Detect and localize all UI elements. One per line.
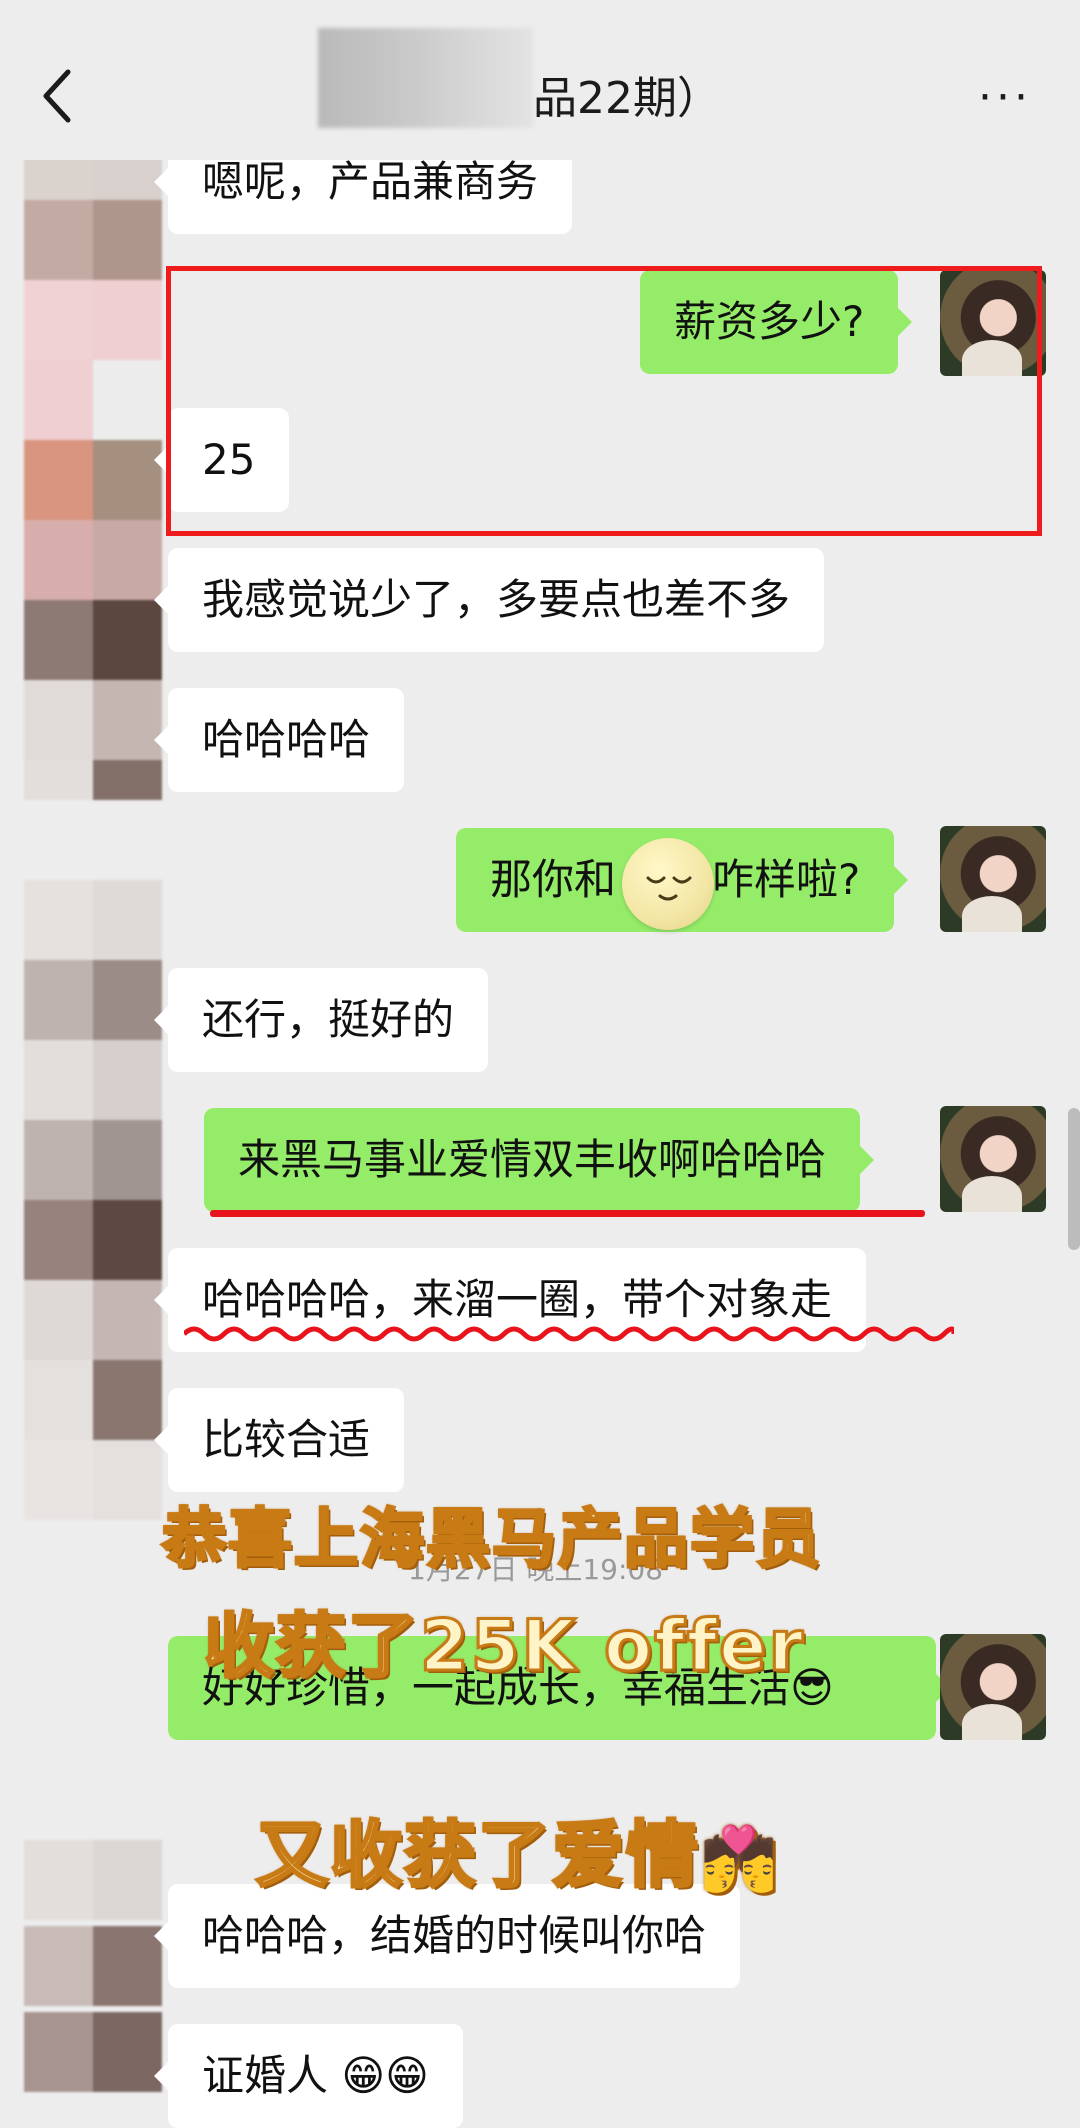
promo-headline: 恭喜上海黑马产品学员 xyxy=(161,1502,822,1579)
highlight-box xyxy=(166,266,1042,536)
chat-header: 品22期） ··· xyxy=(0,0,1080,160)
user-avatar[interactable] xyxy=(940,826,1046,932)
message-text-after: 咋样啦? xyxy=(712,855,861,904)
promo-offer: 收获了25K offer xyxy=(202,1604,806,1689)
sticker-mask-icon xyxy=(622,838,714,930)
promo-love-text: 又收获了爱情 xyxy=(254,1812,701,1899)
promo-love: 又收获了爱情💏 xyxy=(254,1796,780,1901)
blurred-avatar-left xyxy=(24,120,162,800)
highlight-underline xyxy=(210,1210,925,1217)
blurred-avatar-left xyxy=(24,1840,162,2098)
blurred-avatar-left xyxy=(24,880,162,1520)
user-avatar[interactable] xyxy=(940,1106,1046,1212)
message-bubble-incoming[interactable]: 我感觉说少了，多要点也差不多 xyxy=(153,548,825,652)
message-bubble-incoming[interactable]: 证婚人 😁😁 xyxy=(154,2024,463,2128)
message-bubble-incoming[interactable]: 比较合适 xyxy=(153,1388,405,1492)
scrollbar[interactable] xyxy=(1068,1108,1080,1250)
more-options-icon[interactable]: ··· xyxy=(978,76,1032,120)
message-text-before: 那你和 xyxy=(490,855,617,904)
user-avatar[interactable] xyxy=(940,1634,1046,1740)
chat-title: 品22期） xyxy=(533,73,721,124)
message-bubble-incoming[interactable]: 还行，挺好的 xyxy=(153,968,489,1072)
kiss-emoji-icon: 💏 xyxy=(699,1821,780,1897)
highlight-wavy-underline xyxy=(184,1326,954,1342)
chat-title-redacted xyxy=(318,28,533,128)
message-bubble-outgoing[interactable]: 来黑马事业爱情双丰收啊哈哈哈 xyxy=(204,1108,875,1212)
back-arrow-icon[interactable] xyxy=(38,66,78,126)
message-bubble-incoming[interactable]: 哈哈哈哈 xyxy=(153,688,405,792)
